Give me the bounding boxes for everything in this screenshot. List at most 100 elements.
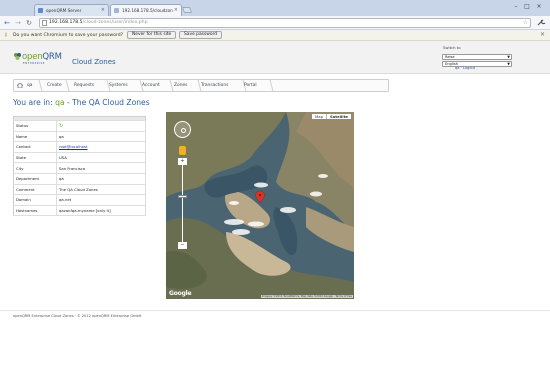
favicon-icon [38,8,43,13]
favicon-icon [114,8,119,13]
switch-label: Switch to [443,45,461,50]
save-password-button[interactable]: Save password [179,31,223,39]
language-select[interactable]: English ▼ [442,61,512,67]
forward-icon[interactable]: → [14,19,22,27]
user-links[interactable]: qa · Logout [455,66,475,70]
row-value: qa [56,131,146,143]
row-value: USA [56,152,146,164]
bookmark-star-icon[interactable]: ☆ [523,19,528,27]
logo-text: openQRM [22,52,62,62]
row-label: City [13,162,57,174]
row-label: Department [13,173,57,185]
cloud-switch-value: Reise [445,55,455,59]
map-attribution: Imagery ©2012 TerraMetrics, Map data ©20… [260,295,353,298]
nav-item-portal[interactable]: Portal [238,80,262,91]
tab-title: openQRM Server [46,8,82,13]
tab-openqrm-server[interactable]: openQRM Server × [34,4,109,16]
heading-zone-name: qa [55,98,65,107]
maximize-icon[interactable]: □ [522,3,532,10]
zoom-track [182,158,183,244]
nav-item-zones[interactable]: Zones [168,80,192,91]
table-row: Name qa [13,131,146,143]
openqrm-logo-mark-icon [14,53,21,60]
browser-toolbar: ← → ↻ 192.168.178.5/cloud-zones/user/ind… [0,16,550,30]
contact-email-link[interactable]: root@localhost [56,141,146,153]
minimize-icon[interactable]: – [511,3,521,10]
page-heading: You are in: qa - The QA Cloud Zones [13,98,150,107]
table-row: City San Francisco [13,162,146,174]
close-tab-icon[interactable]: × [174,7,178,13]
map-zoom-control: + − [178,146,187,249]
key-icon: ⚷ [4,32,8,38]
table-row: Status ↻ [13,120,146,132]
close-window-icon[interactable]: × [534,3,544,10]
map-pan-control[interactable] [174,121,191,138]
map-type-satellite-button[interactable]: Satellite [326,114,351,119]
row-value: The QA Cloud Zones [56,184,146,196]
close-tab-icon[interactable]: × [101,7,105,13]
logo-open: open [22,52,43,62]
chevron-down-icon: ▼ [507,62,510,66]
tab-title: 192.168.178.5/cloudzon [122,8,173,13]
zone-details-table: Status ↻ Name qa Contact root@localhost … [13,116,146,217]
nav-item-account[interactable]: Account [136,80,165,91]
google-logo[interactable]: Google [169,290,192,297]
reload-icon[interactable]: ↻ [25,19,33,27]
row-label: Contact [13,141,57,153]
wrench-menu-icon[interactable] [537,19,546,27]
heading-prefix: You are in: [13,98,53,107]
zoom-in-button[interactable]: + [178,158,187,165]
nav-item-requests[interactable]: Requests [68,80,99,91]
row-value: San Francisco [56,162,146,174]
cloud-switch-select[interactable]: Reise ▼ [442,54,512,60]
infobar-message: Do you want Chromium to save your passwo… [13,33,124,38]
row-label: State [13,152,57,164]
row-value: qazonfqa-myname [only it] [56,205,146,217]
app-title: Cloud Zones [72,58,116,66]
nav-divider [265,80,274,91]
openqrm-logo[interactable]: openQRM ENTERPRISE [13,50,68,70]
close-infobar-icon[interactable]: × [540,31,545,38]
url-path: /cloud-zones/user/index.php [82,20,148,25]
zoom-out-button[interactable]: − [178,242,187,249]
table-row: Domain qa.net [13,194,146,206]
nav-item-transactions[interactable]: Transactions [195,80,233,91]
new-tab-button[interactable] [181,7,193,13]
never-for-this-site-button[interactable]: Never for this site [127,31,177,39]
save-password-infobar: ⚷ Do you want Chromium to save your pass… [0,30,550,41]
tab-cloud-zones[interactable]: 192.168.178.5/cloudzon × [110,4,182,16]
back-icon[interactable]: ← [3,19,11,27]
table-row: Contact root@localhost [13,141,146,153]
url-host: 192.168.178.5 [49,20,83,25]
page-icon [42,20,47,26]
table-row: Comment The QA Cloud Zones [13,184,146,196]
browser-tabstrip: openQRM Server × 192.168.178.5/cloudzon … [0,0,550,16]
satellite-map[interactable]: Map Satellite + − Google Imagery ©2012 T… [166,112,354,299]
satellite-imagery [166,112,354,299]
page-header: openQRM ENTERPRISE Cloud Zones Switch to… [0,41,550,74]
street-view-pegman-icon[interactable] [179,146,186,155]
row-label: Hostnames [13,205,57,217]
table-row: State USA [13,152,146,164]
row-value: qa.net [56,194,146,206]
map-type-map-button[interactable]: Map [312,114,326,119]
logo-subtitle: ENTERPRISE [23,62,46,65]
address-bar[interactable]: 192.168.178.5/cloud-zones/user/index.php… [39,18,531,28]
row-label: Comment [13,184,57,196]
map-type-toggle: Map Satellite [311,113,352,120]
row-value: qa [56,173,146,185]
zoom-slider-handle[interactable] [178,195,187,198]
table-row: Hostnames qazonfqa-myname [only it] [13,205,146,217]
table-row: Department qa [13,173,146,185]
status-value: ↻ [56,120,146,132]
heading-suffix: - The QA Cloud Zones [64,98,150,107]
status-ok-icon: ↻ [59,122,64,129]
chevron-down-icon: ▼ [507,55,510,59]
logo-qrm: QRM [42,52,62,62]
row-label: Domain [13,194,57,206]
nav-item-systems[interactable]: Systems [103,80,133,91]
row-label: Name [13,131,57,143]
row-label: Status [13,120,57,132]
main-navigation: qa Create Requests Systems Account Zones… [13,79,389,92]
page-footer: openQRM Enterprise Cloud Zones · © 2012 … [0,310,550,318]
